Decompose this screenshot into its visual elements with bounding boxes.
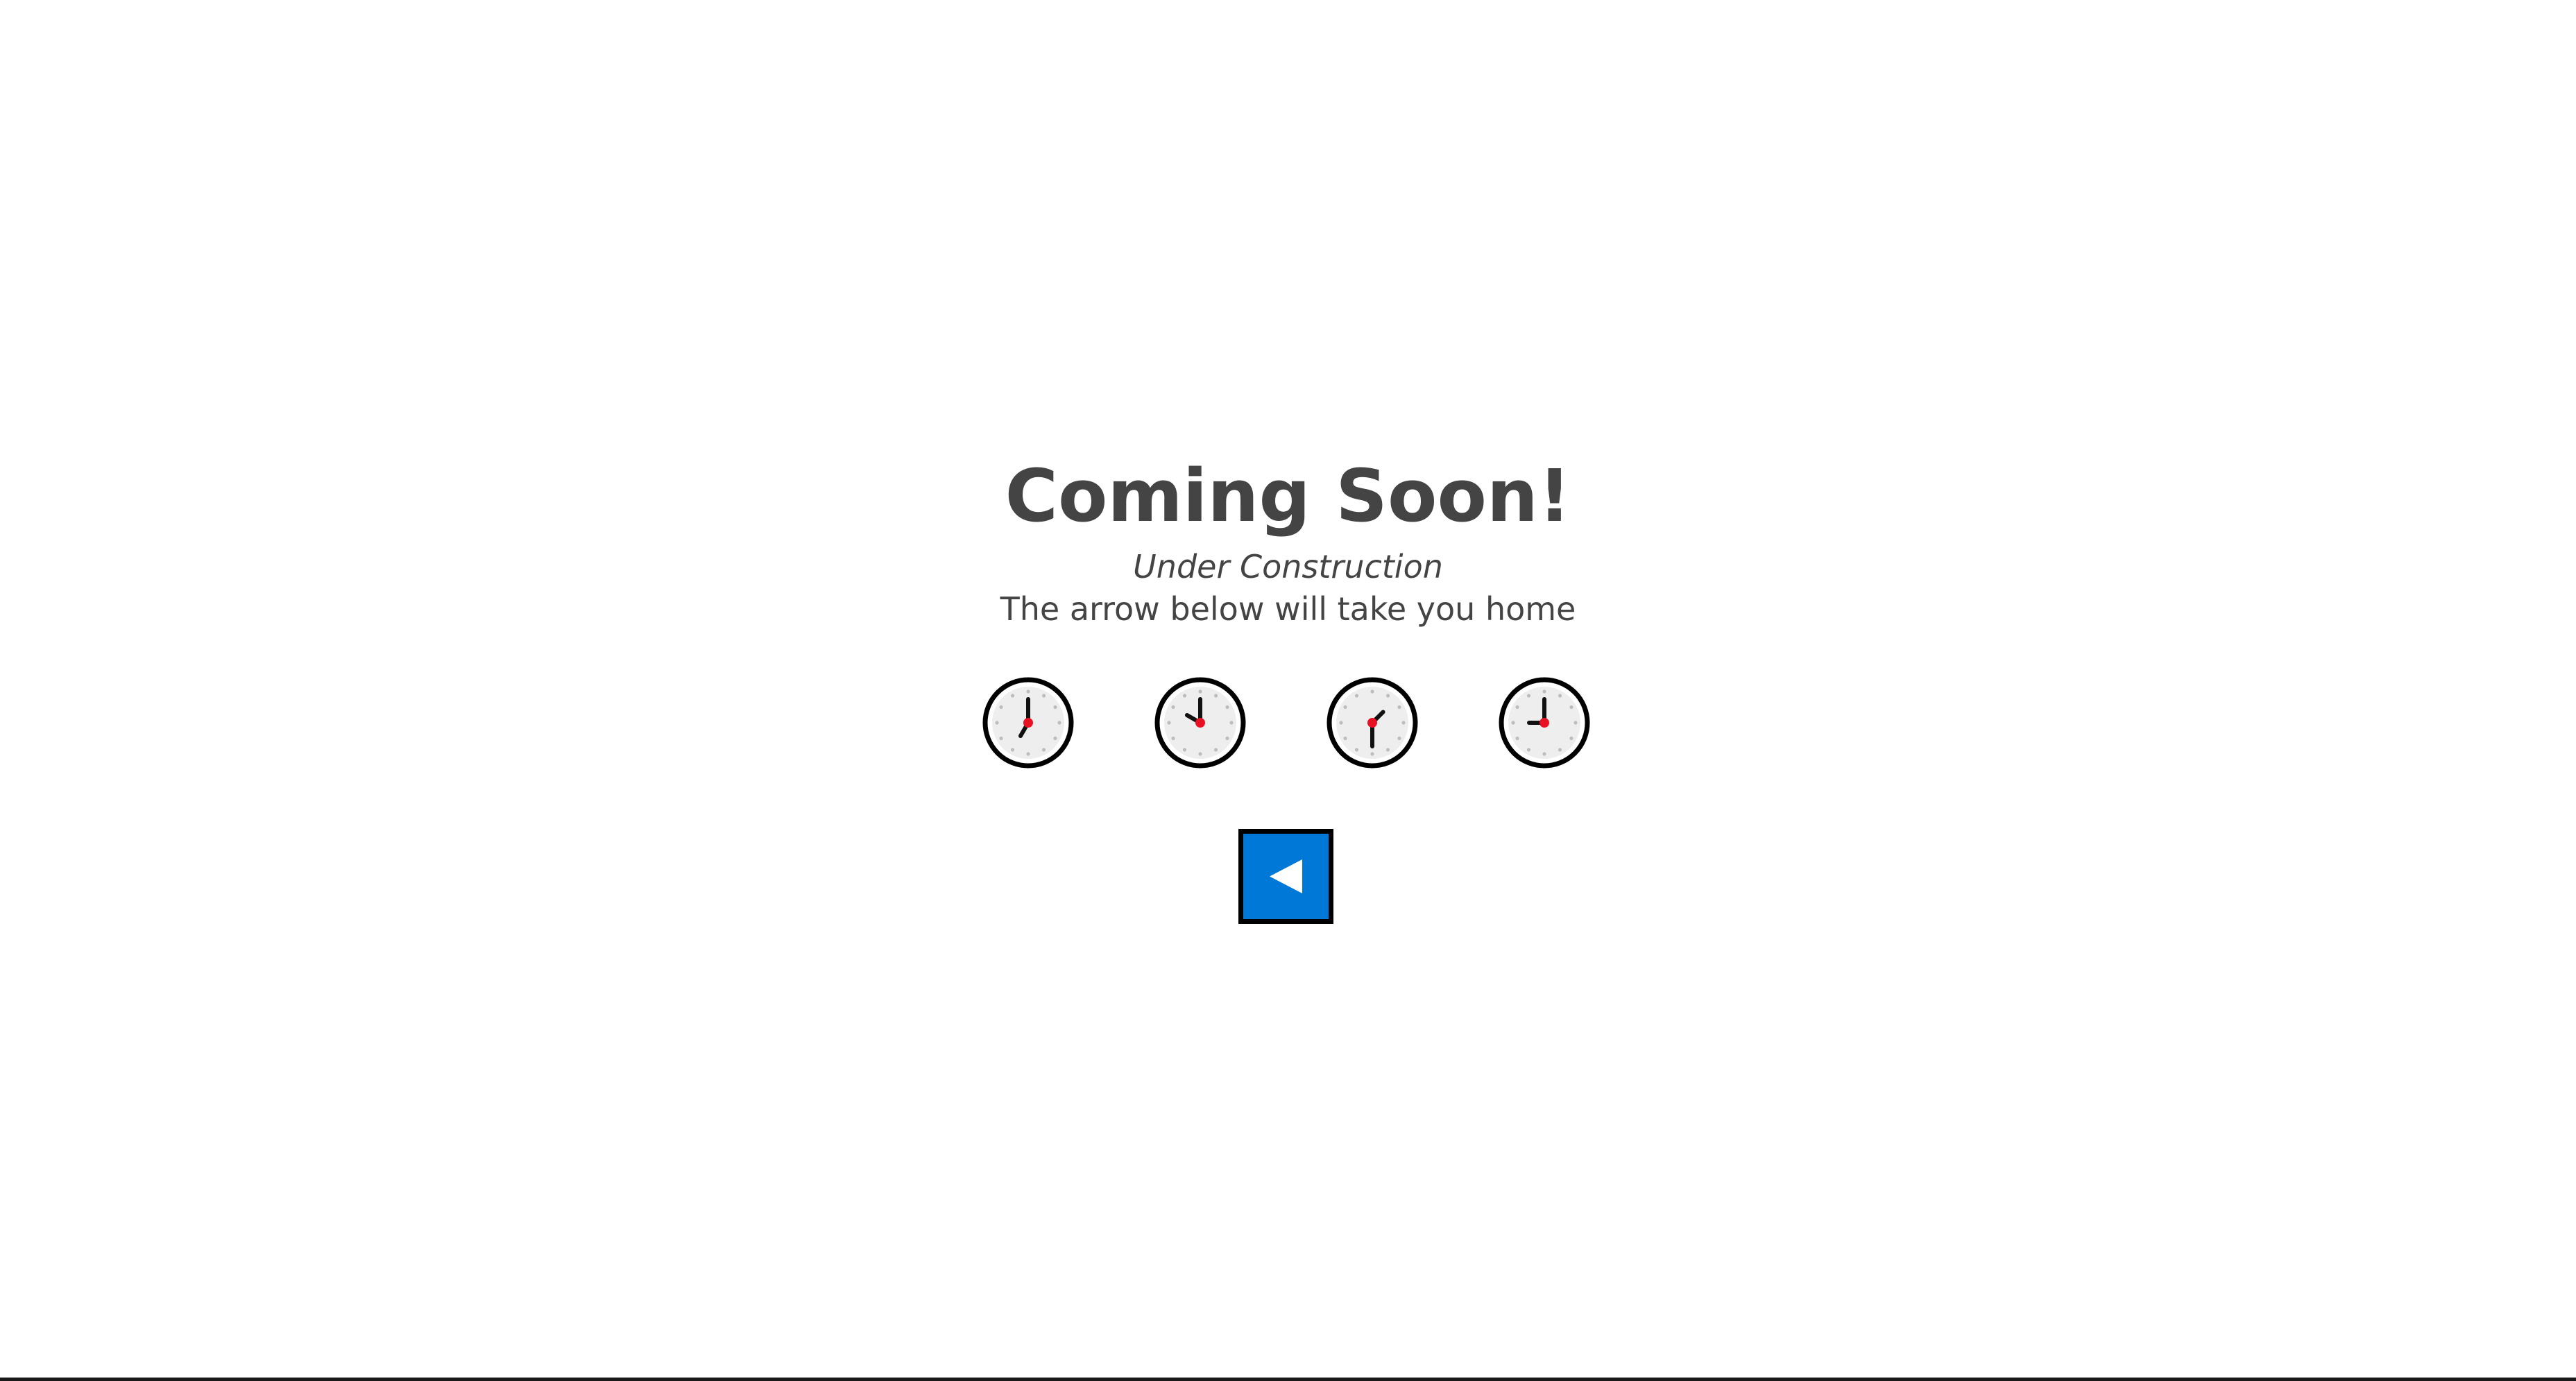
clock-icon xyxy=(1498,676,1591,769)
page-subtitle: Under Construction xyxy=(1133,548,1443,585)
page-tagline: The arrow below will take you home xyxy=(1000,590,1576,628)
clock-icon xyxy=(982,676,1075,769)
home-button[interactable] xyxy=(1238,829,1333,924)
left-arrow-icon xyxy=(1270,859,1302,893)
clock-icon xyxy=(1326,676,1419,769)
page-title: Coming Soon! xyxy=(1005,454,1571,538)
clock-icon xyxy=(1154,676,1247,769)
bottom-divider xyxy=(0,1378,2576,1381)
